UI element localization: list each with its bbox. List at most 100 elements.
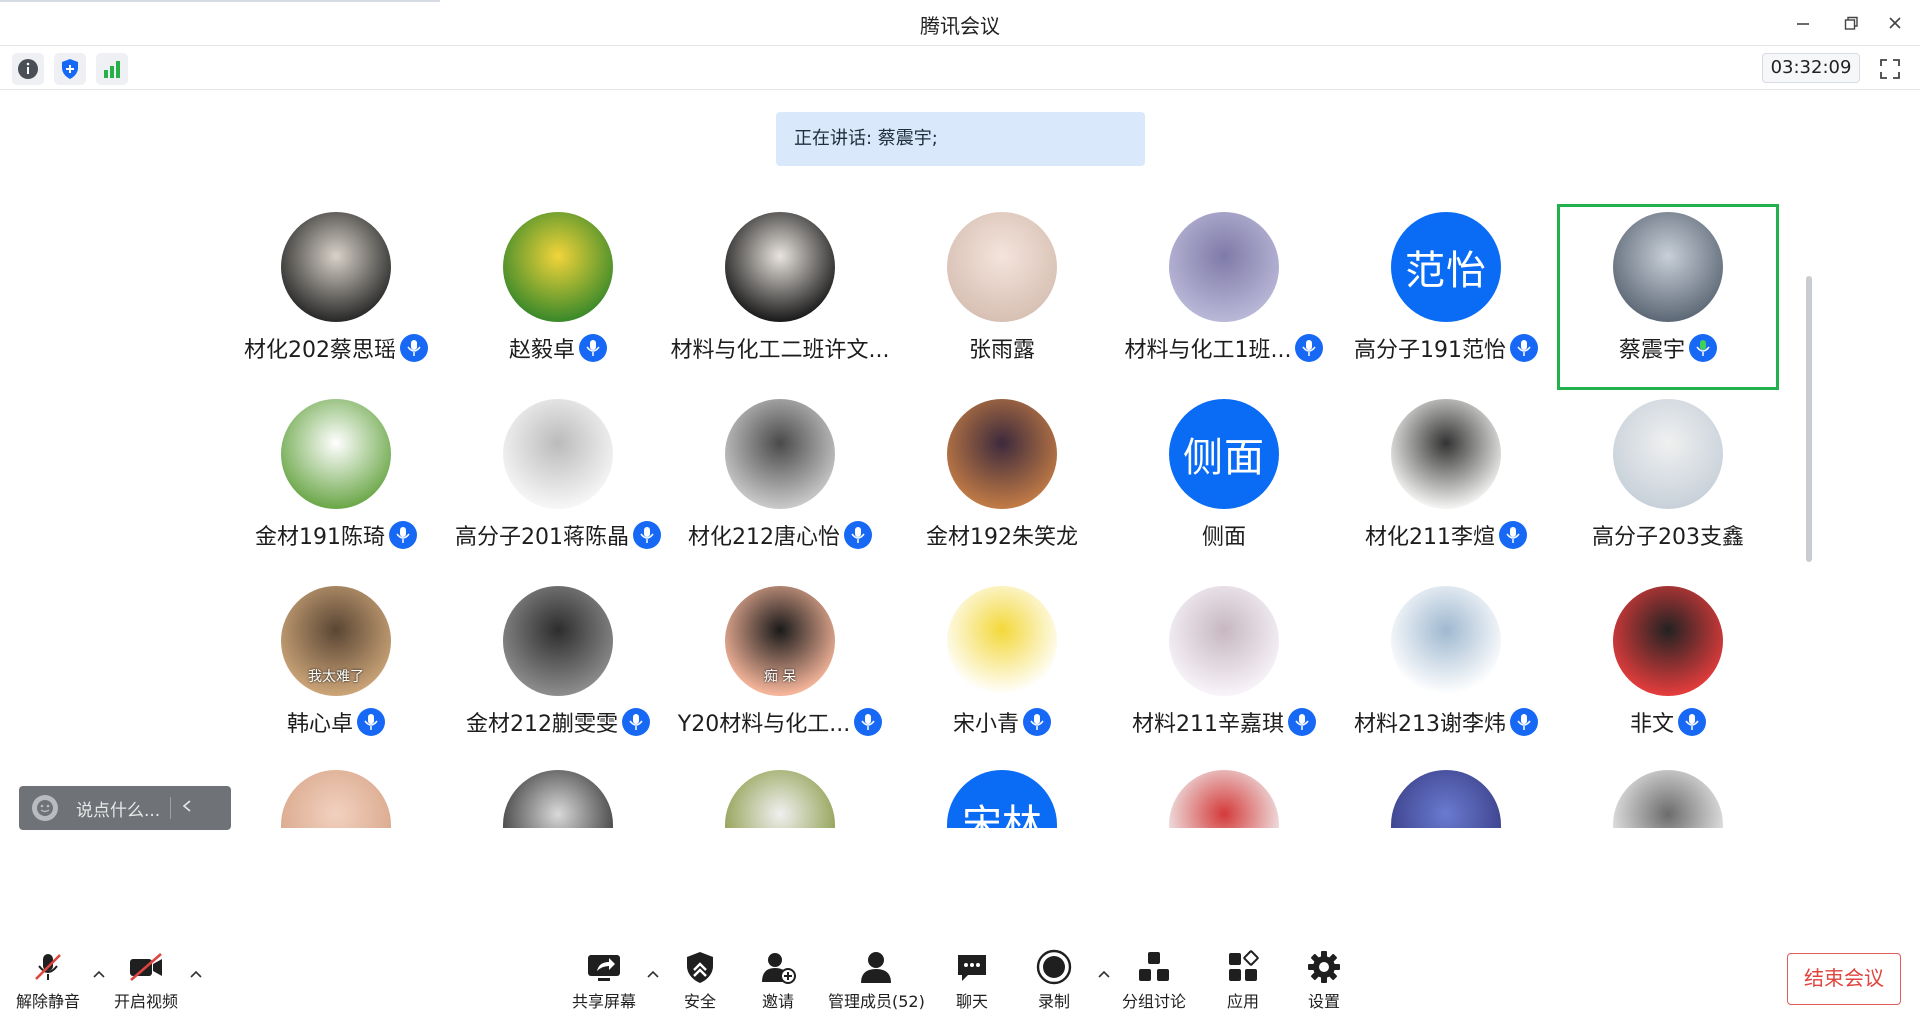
participant-name: 金材192朱笑龙 (926, 525, 1078, 550)
participant-name-row: 非文 (1557, 706, 1779, 738)
mic-on-icon (1696, 340, 1710, 356)
participant-tile[interactable]: 侧面 侧面 (1113, 391, 1335, 577)
record-button[interactable]: 录制 (1034, 948, 1074, 1012)
share-screen-button[interactable]: 共享屏幕 (572, 948, 636, 1012)
participant-name-row: 金材192朱笑龙 (891, 519, 1113, 551)
participant-name: 韩心卓 (286, 712, 353, 737)
collapse-chevron-icon[interactable] (181, 798, 193, 818)
participant-tile[interactable]: 张雨露 (891, 204, 1113, 390)
participant-name: 侧面 (1201, 525, 1246, 550)
avatar[interactable] (1613, 770, 1723, 828)
participant-tile[interactable]: 我太难了韩心卓 (225, 578, 447, 764)
mic-on-icon (364, 714, 378, 730)
avatar (1391, 399, 1501, 509)
apps-button[interactable]: 应用 (1223, 948, 1263, 1012)
avatar (947, 399, 1057, 509)
avatar[interactable] (1169, 770, 1279, 828)
apps-label: 应用 (1226, 992, 1259, 1011)
avatar (503, 586, 613, 696)
participant-name-row: 材化211李煊 (1335, 519, 1557, 551)
record-options-chevron-icon[interactable] (1096, 966, 1112, 982)
participant-name: 非文 (1629, 712, 1674, 737)
chat-button[interactable]: 聊天 (952, 948, 992, 1012)
avatar (1169, 586, 1279, 696)
start-video-button[interactable]: 开启视频 (114, 948, 178, 1012)
avatar: 我太难了 (281, 586, 391, 696)
security-label: 安全 (683, 992, 716, 1011)
mic-status-icon (633, 521, 661, 549)
quick-chat-bar[interactable]: 说点什么... (19, 786, 231, 830)
avatar[interactable] (503, 770, 613, 828)
quick-chat-placeholder[interactable]: 说点什么... (76, 796, 160, 821)
mic-on-icon (1302, 340, 1317, 356)
mic-on-icon (1517, 714, 1531, 730)
mic-status-icon (389, 521, 417, 549)
avatar-caption: 痴 呆 (763, 669, 797, 685)
participant-row-partial: 宋林 (0, 770, 1920, 828)
mic-status-icon (579, 334, 607, 362)
participant-tile[interactable]: 高分子201蒋陈晶 (447, 391, 669, 577)
mic-on-icon (1295, 714, 1309, 730)
participant-tile[interactable]: 材化202蔡思瑶 (225, 204, 447, 390)
unmute-button[interactable]: 解除静音 (16, 948, 80, 1012)
emoji-icon[interactable] (32, 795, 58, 821)
participant-tile[interactable]: 材料与化工1班... (1113, 204, 1335, 390)
mic-on-icon (851, 527, 865, 543)
participant-name-row: 张雨露 (891, 332, 1113, 364)
participant-tile[interactable]: 非文 (1557, 578, 1779, 764)
mic-status-icon (1510, 708, 1538, 736)
mic-on-icon (1685, 714, 1699, 730)
participant-name-row: 金材212蒯雯雯 (447, 706, 669, 738)
participant-tile[interactable]: 赵毅卓 (447, 204, 669, 390)
participant-tile[interactable]: 材化211李煊 (1335, 391, 1557, 577)
avatar[interactable] (725, 770, 835, 828)
participant-tile[interactable]: 蔡震宇 (1557, 204, 1779, 390)
video-options-chevron-icon[interactable] (188, 966, 204, 982)
mic-on-icon (586, 340, 600, 356)
end-meeting-button[interactable]: 结束会议 (1787, 953, 1901, 1005)
participant-tile[interactable]: 材料与化工二班许文... (669, 204, 891, 390)
avatar[interactable]: 宋林 (947, 770, 1057, 828)
mic-status-icon (1288, 708, 1316, 736)
participant-grid: 材化202蔡思瑶 赵毅卓 材料与化工二班许文... 张雨露 材料与化工1班... 范怡 高分… (0, 0, 1920, 830)
breakout-rooms-button[interactable]: 分组讨论 (1122, 948, 1186, 1012)
participant-name: 高分子191范怡 (1354, 338, 1506, 363)
share-options-chevron-icon[interactable] (645, 966, 661, 982)
security-button[interactable]: 安全 (680, 948, 720, 1012)
grid-scrollbar[interactable] (1806, 276, 1812, 562)
participant-tile[interactable]: 痴 呆 Y20材料与化工... (669, 578, 891, 764)
participant-name-row: 材料与化工二班许文... (669, 332, 891, 364)
invite-button[interactable]: 邀请 (758, 948, 798, 1012)
add-user-icon (762, 953, 796, 984)
participant-name: 张雨露 (968, 338, 1035, 363)
share-screen-icon (588, 955, 620, 981)
participant-name: 材料与化工1班... (1124, 338, 1292, 363)
mic-on-icon (1517, 340, 1531, 356)
avatar (503, 399, 613, 509)
avatar[interactable] (281, 770, 391, 828)
mic-status-icon (357, 708, 385, 736)
participant-name: 材料211辛嘉琪 (1132, 712, 1284, 737)
participant-tile[interactable]: 高分子203支鑫 (1557, 391, 1779, 577)
participant-tile[interactable]: 范怡 高分子191范怡 (1335, 204, 1557, 390)
participant-tile[interactable]: 材化212唐心怡 (669, 391, 891, 577)
audio-options-chevron-icon[interactable] (91, 966, 107, 982)
participant-name: 金材191陈琦 (255, 525, 385, 550)
participant-tile[interactable]: 金材212蒯雯雯 (447, 578, 669, 764)
speaking-mic-icon (1689, 334, 1717, 362)
participant-tile[interactable]: 金材191陈琦 (225, 391, 447, 577)
participant-tile[interactable]: 材料211辛嘉琪 (1113, 578, 1335, 764)
manage-members-button[interactable]: 管理成员(52) (828, 948, 925, 1012)
settings-button[interactable]: 设置 (1304, 948, 1344, 1012)
participant-tile[interactable]: 金材192朱笑龙 (891, 391, 1113, 577)
participant-name: 金材212蒯雯雯 (466, 712, 618, 737)
participant-tile[interactable]: 材料213谢李炜 (1335, 578, 1557, 764)
members-icon (861, 952, 892, 983)
avatar[interactable] (1391, 770, 1501, 828)
participant-name-row: Y20材料与化工... (669, 706, 891, 738)
chat-bubble-icon (958, 955, 986, 981)
breakout-rooms-label: 分组讨论 (1122, 992, 1187, 1011)
record-label: 录制 (1037, 992, 1070, 1011)
quick-chat-divider (170, 797, 172, 819)
participant-tile[interactable]: 宋小青 (891, 578, 1113, 764)
